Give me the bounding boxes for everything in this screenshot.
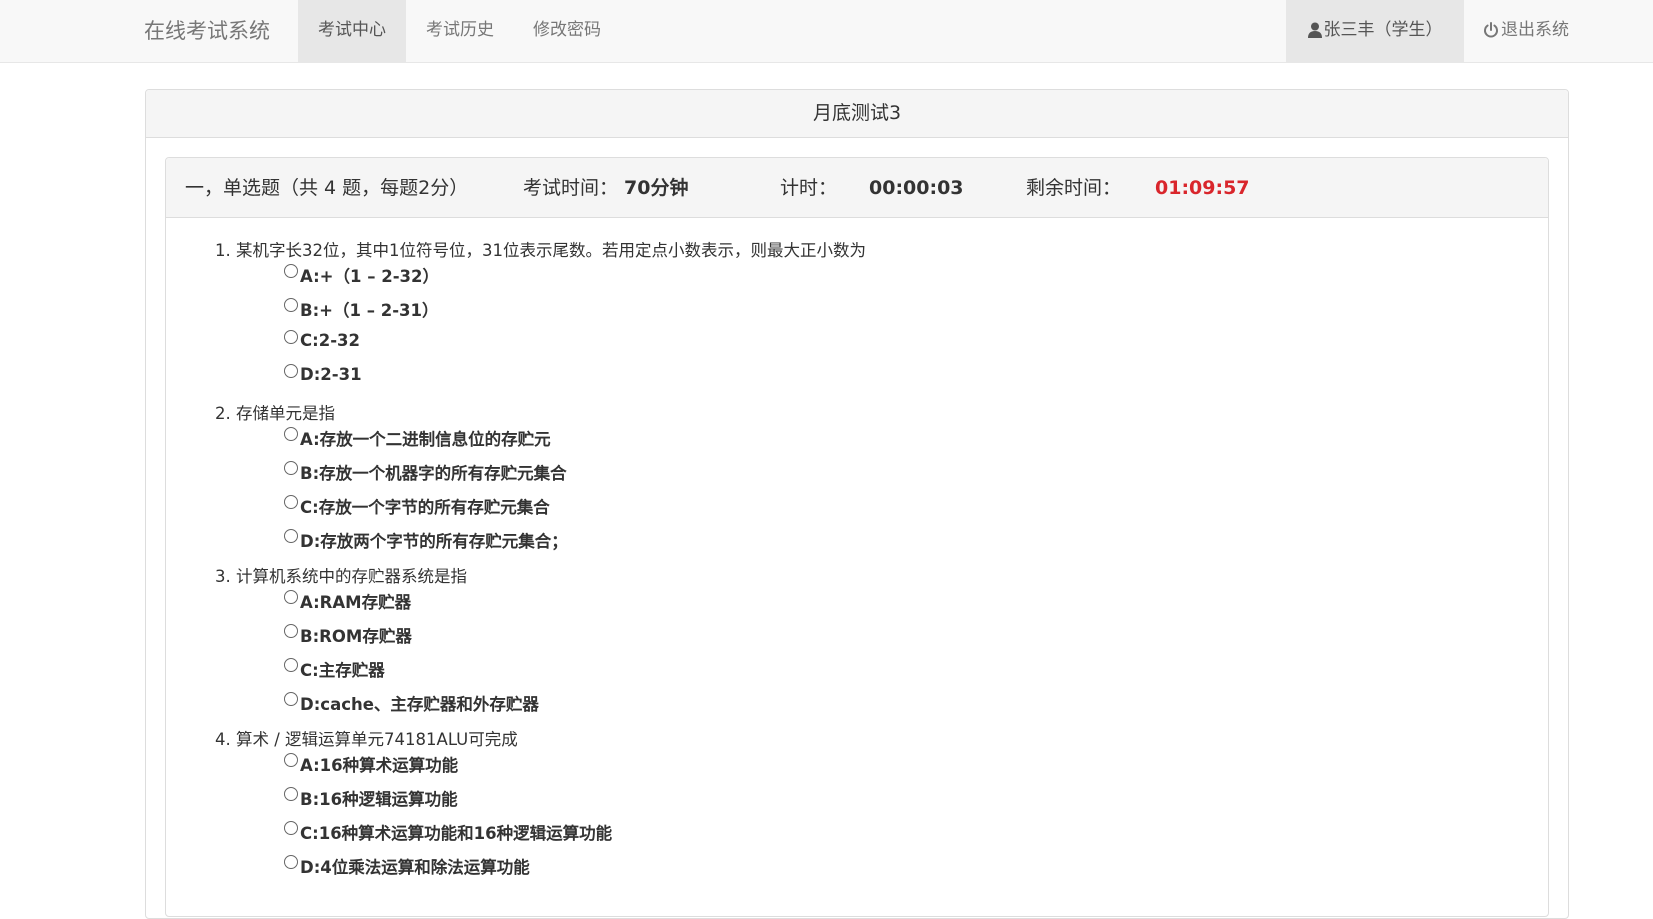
remaining-time-value: 01:09:57 <box>1155 177 1250 199</box>
radio-button[interactable] <box>284 821 298 835</box>
answer-option[interactable]: A:+（1 – 2-32） <box>284 263 439 287</box>
option-label: D:存放两个字节的所有存贮元集合； <box>300 532 568 551</box>
option-label: D:4位乘法运算和除法运算功能 <box>300 858 530 877</box>
remaining-time-label: 剩余时间： <box>1026 177 1122 199</box>
answer-option[interactable]: A:16种算术运算功能 <box>284 752 458 776</box>
radio-button[interactable] <box>284 787 298 801</box>
user-name: 张三丰（学生） <box>1323 20 1443 40</box>
radio-button[interactable] <box>284 753 298 767</box>
nav-exam-center[interactable]: 考试中心 <box>298 0 406 63</box>
nav-user-menu[interactable]: 张三丰（学生） <box>1286 0 1464 63</box>
radio-button[interactable] <box>284 264 298 278</box>
answer-option[interactable]: A:RAM存贮器 <box>284 589 411 613</box>
answer-option[interactable]: B:16种逻辑运算功能 <box>284 786 458 810</box>
answer-option[interactable]: D:4位乘法运算和除法运算功能 <box>284 854 530 878</box>
question-text: 2. 存储单元是指 <box>215 404 335 423</box>
navbar: 在线考试系统 考试中心 考试历史 修改密码 张三丰（学生） 退出系统 <box>0 0 1653 63</box>
brand-title[interactable]: 在线考试系统 <box>144 0 270 63</box>
answer-option[interactable]: B:+（1 – 2-31） <box>284 297 439 321</box>
option-label: D:2-31 <box>300 365 362 384</box>
power-icon <box>1483 22 1499 38</box>
radio-button[interactable] <box>284 855 298 869</box>
option-label: C:2-32 <box>300 331 360 350</box>
radio-button[interactable] <box>284 329 298 344</box>
option-label: C:16种算术运算功能和16种逻辑运算功能 <box>300 824 613 843</box>
logout-label: 退出系统 <box>1501 20 1569 40</box>
radio-button[interactable] <box>284 590 298 604</box>
answer-option[interactable]: C:主存贮器 <box>284 657 385 681</box>
option-label: B:+（1 – 2-31） <box>300 301 439 320</box>
answer-option[interactable]: D:存放两个字节的所有存贮元集合； <box>284 528 568 552</box>
question-text: 1. 某机字长32位，其中1位符号位，31位表示尾数。若用定点小数表示，则最大正… <box>215 241 866 260</box>
radio-button[interactable] <box>284 692 298 706</box>
option-label: D:cache、主存贮器和外存贮器 <box>300 695 539 714</box>
section-header: 一，单选题（共 4 题，每题2分） 考试时间： 70分钟 计时： 00:00:0… <box>166 158 1548 218</box>
answer-option[interactable]: B:存放一个机器字的所有存贮元集合 <box>284 460 567 484</box>
option-label: A:+（1 – 2-32） <box>300 267 440 286</box>
answer-option[interactable]: C:2-32 <box>284 329 360 350</box>
answer-option[interactable]: D:cache、主存贮器和外存贮器 <box>284 691 539 715</box>
timer-value: 00:00:03 <box>869 177 964 199</box>
radio-button[interactable] <box>284 624 298 638</box>
answer-option[interactable]: C:16种算术运算功能和16种逻辑运算功能 <box>284 820 612 844</box>
nav-exam-history[interactable]: 考试历史 <box>408 0 512 63</box>
radio-button[interactable] <box>284 495 298 509</box>
exam-panel: 月底测试3 一，单选题（共 4 题，每题2分） 考试时间： 70分钟 计时： 0… <box>145 89 1569 919</box>
radio-button[interactable] <box>284 529 298 543</box>
exam-time-value: 70分钟 <box>624 177 689 199</box>
logout-button[interactable]: 退出系统 <box>1466 0 1586 63</box>
question-text: 3. 计算机系统中的存贮器系统是指 <box>215 567 467 586</box>
radio-button[interactable] <box>284 298 298 312</box>
question-text: 4. 算术 / 逻辑运算单元74181ALU可完成 <box>215 730 518 749</box>
question-section-panel: 一，单选题（共 4 题，每题2分） 考试时间： 70分钟 计时： 00:00:0… <box>165 157 1549 917</box>
option-label: B:存放一个机器字的所有存贮元集合 <box>300 464 567 483</box>
section-title: 一，单选题（共 4 题，每题2分） <box>185 177 469 199</box>
exam-time-label: 考试时间： <box>523 177 619 199</box>
option-label: B:ROM存贮器 <box>300 627 412 646</box>
radio-button[interactable] <box>284 363 298 378</box>
option-label: A:RAM存贮器 <box>300 593 412 612</box>
option-label: C:主存贮器 <box>300 661 385 680</box>
radio-button[interactable] <box>284 658 298 672</box>
user-icon <box>1307 22 1322 38</box>
answer-option[interactable]: C:存放一个字节的所有存贮元集合 <box>284 494 550 518</box>
option-label: B:16种逻辑运算功能 <box>300 790 458 809</box>
option-label: C:存放一个字节的所有存贮元集合 <box>300 498 550 517</box>
option-label: A:16种算术运算功能 <box>300 756 459 775</box>
answer-option[interactable]: B:ROM存贮器 <box>284 623 412 647</box>
option-label: A:存放一个二进制信息位的存贮元 <box>300 430 551 449</box>
timer-label: 计时： <box>780 177 838 199</box>
exam-title: 月底测试3 <box>146 90 1568 138</box>
radio-button[interactable] <box>284 427 298 441</box>
answer-option[interactable]: A:存放一个二进制信息位的存贮元 <box>284 426 551 450</box>
radio-button[interactable] <box>284 461 298 475</box>
answer-option[interactable]: D:2-31 <box>284 363 362 384</box>
nav-change-password[interactable]: 修改密码 <box>514 0 620 63</box>
